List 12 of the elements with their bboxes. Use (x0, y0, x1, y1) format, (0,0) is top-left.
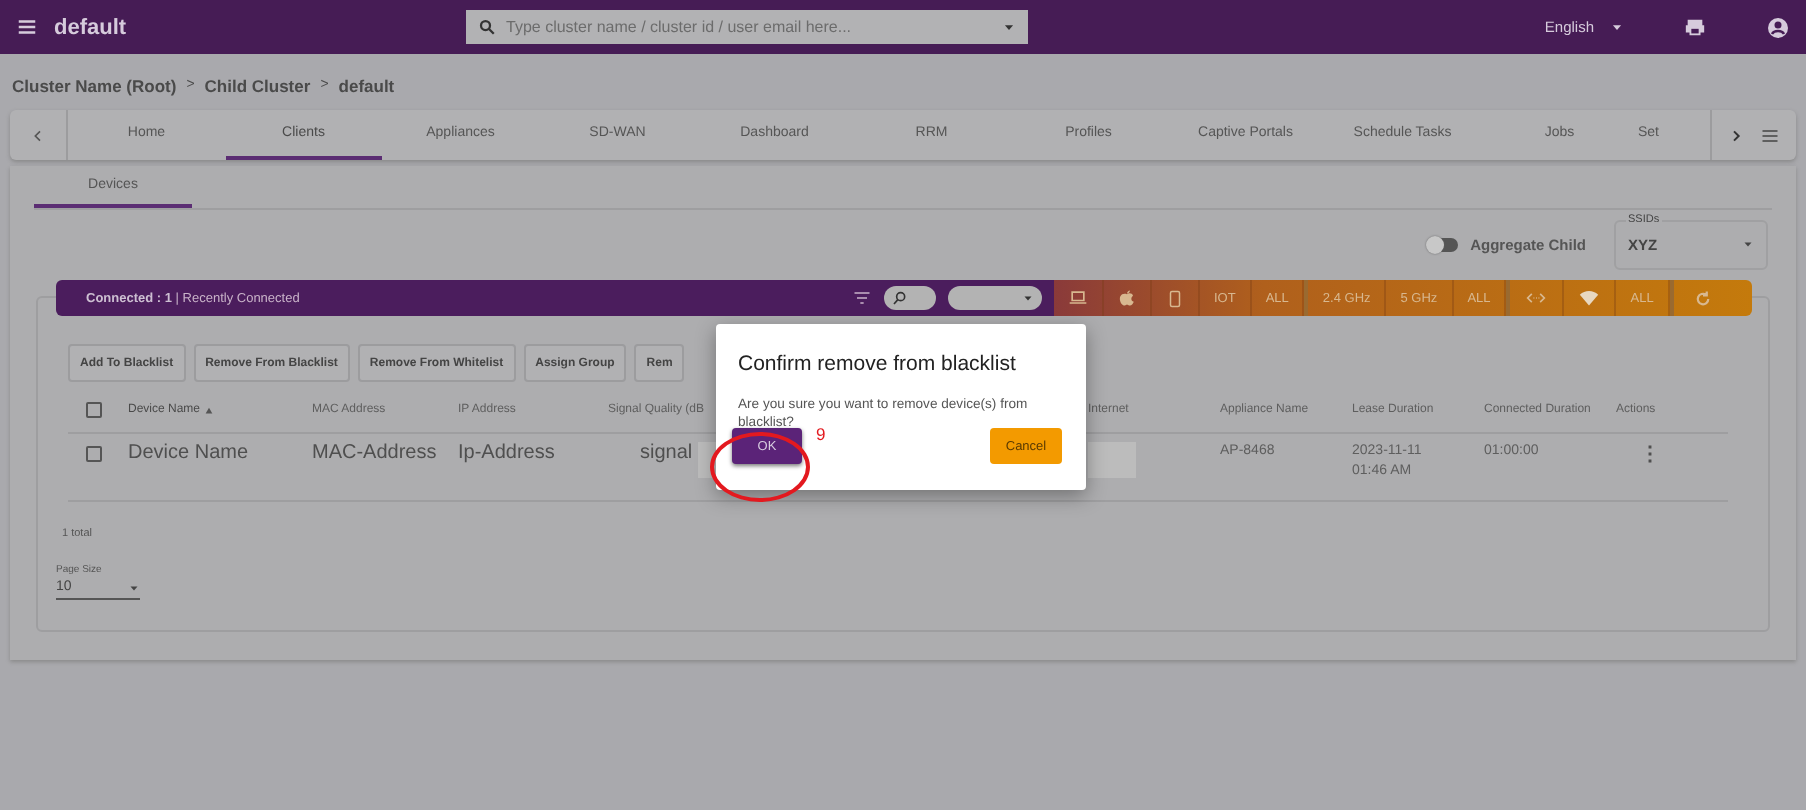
table-cell: Device Name (128, 442, 249, 464)
table-cell: MAC-Address (312, 442, 437, 464)
breadcrumb-link[interactable]: Child Cluster (204, 75, 311, 95)
breadcrumb-link[interactable]: default (338, 75, 395, 95)
app-title: default (54, 15, 129, 39)
breadcrumb-link[interactable]: Cluster Name (Root) (12, 75, 177, 95)
table-cell: Ip-Address (458, 442, 555, 464)
annotation-number: 9 (816, 424, 826, 444)
more-actions-button[interactable]: ⋮ (1640, 442, 1660, 466)
dialog-title: Confirm remove from blacklist (738, 352, 1018, 376)
table-cell: signal (640, 442, 693, 464)
search-field[interactable]: Type cluster name / cluster id / user email here... (466, 10, 1028, 44)
